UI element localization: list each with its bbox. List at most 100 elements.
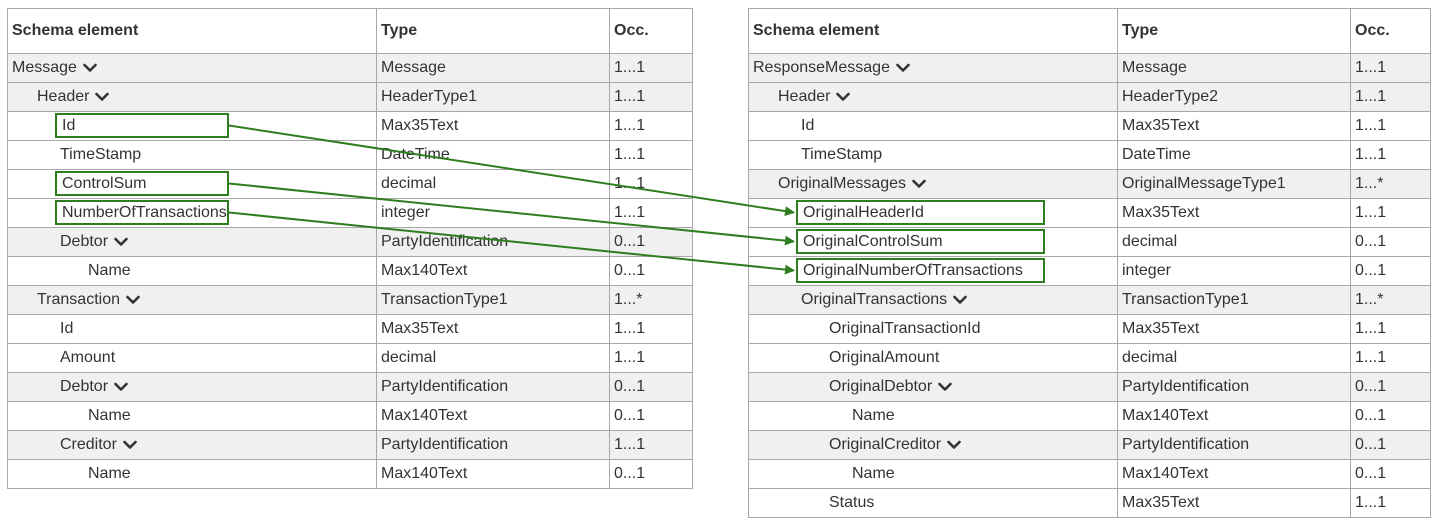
- schema-element-label: TimeStamp: [60, 146, 142, 163]
- chevron-down-icon[interactable]: [836, 92, 851, 102]
- table-row: Transaction TransactionType1 1...*: [7, 285, 693, 315]
- schema-element-cell: Id: [748, 111, 1118, 141]
- schema-element-cell: OriginalTransactionId: [748, 314, 1118, 344]
- table-row: Name Max140Text 0...1: [7, 256, 693, 286]
- column-header-schema-element: Schema element: [748, 8, 1118, 54]
- type-cell: Max35Text: [1117, 111, 1351, 141]
- occurrence-cell: 1...1: [1350, 111, 1431, 141]
- table-row: Name Max140Text 0...1: [7, 459, 693, 489]
- schema-element-cell: OriginalMessages: [748, 169, 1118, 199]
- table-row: Message Message 1...1: [7, 53, 693, 83]
- type-cell: OriginalMessageType1: [1117, 169, 1351, 199]
- schema-element-cell: OriginalAmount: [748, 343, 1118, 373]
- type-cell: Max140Text: [376, 256, 610, 286]
- type-cell: integer: [376, 198, 610, 228]
- occurrence-cell: 1...1: [609, 430, 693, 460]
- chevron-down-icon[interactable]: [938, 382, 952, 392]
- occurrence-cell: 1...1: [609, 140, 693, 170]
- type-cell: decimal: [1117, 227, 1351, 257]
- response-schema-table: Schema element Type Occ. ResponseMessage…: [748, 8, 1431, 518]
- occurrence-cell: 1...1: [609, 111, 693, 141]
- table-row: OriginalMessages OriginalMessageType1 1...…: [748, 169, 1431, 199]
- schema-element-label: Transaction: [37, 291, 120, 308]
- occurrence-cell: 1...1: [1350, 343, 1431, 373]
- occurrence-cell: 0...1: [1350, 459, 1431, 489]
- schema-element-label: Name: [852, 407, 895, 424]
- table-row: Id Max35Text 1...1: [7, 314, 693, 344]
- schema-element-cell: Id: [7, 314, 377, 344]
- table-row: TimeStamp DateTime 1...1: [7, 140, 693, 170]
- table-row: OriginalAmount decimal 1...1: [748, 343, 1431, 373]
- schema-element-cell: OriginalCreditor: [748, 430, 1118, 460]
- chevron-down-icon[interactable]: [114, 382, 128, 392]
- table-row: OriginalCreditor PartyIdentification 0...1: [748, 430, 1431, 460]
- type-cell: integer: [1117, 256, 1351, 286]
- schema-element-cell: Name: [748, 459, 1118, 489]
- schema-element-cell: Debtor: [7, 372, 377, 402]
- table-row: ControlSum decimal 1...1: [7, 169, 693, 199]
- type-cell: decimal: [376, 343, 610, 373]
- occurrence-cell: 1...1: [609, 343, 693, 373]
- schema-element-label: ResponseMessage: [753, 59, 890, 76]
- type-cell: Max140Text: [1117, 401, 1351, 431]
- schema-element-label: OriginalTransactions: [801, 291, 948, 308]
- type-cell: PartyIdentification: [376, 227, 610, 257]
- schema-element-cell: Name: [7, 401, 377, 431]
- schema-element-label: OriginalCreditor: [829, 436, 942, 453]
- table-row: OriginalNumberOfTransactions integer 0...1: [748, 256, 1431, 286]
- chevron-down-icon[interactable]: [947, 440, 961, 450]
- chevron-down-icon[interactable]: [126, 295, 140, 305]
- occurrence-cell: 0...1: [1350, 372, 1431, 402]
- mapped-element-label: Id: [55, 113, 229, 138]
- type-cell: HeaderType1: [376, 82, 610, 112]
- schema-element-label: OriginalTransactionId: [829, 320, 981, 337]
- occurrence-cell: 1...1: [1350, 198, 1431, 228]
- response-schema-header-row: Schema element Type Occ.: [748, 8, 1431, 54]
- schema-element-cell: Name: [748, 401, 1118, 431]
- table-row: TimeStamp DateTime 1...1: [748, 140, 1431, 170]
- occurrence-cell: 0...1: [1350, 227, 1431, 257]
- schema-element-cell: OriginalControlSum: [748, 227, 1118, 257]
- occurrence-cell: 1...1: [609, 53, 693, 83]
- table-row: OriginalTransactionId Max35Text 1...1: [748, 314, 1431, 344]
- type-cell: Max35Text: [1117, 488, 1351, 518]
- schema-element-cell: TimeStamp: [7, 140, 377, 170]
- chevron-down-icon[interactable]: [83, 63, 97, 73]
- chevron-down-icon[interactable]: [896, 63, 910, 73]
- schema-element-label: Creditor: [60, 436, 117, 453]
- schema-element-label: OriginalDebtor: [829, 378, 933, 395]
- schema-element-cell: Name: [7, 256, 377, 286]
- schema-element-label: Id: [60, 320, 74, 337]
- occurrence-cell: 1...*: [1350, 285, 1431, 315]
- column-header-type: Type: [1117, 8, 1351, 54]
- chevron-down-icon[interactable]: [123, 440, 137, 450]
- schema-element-cell: TimeStamp: [748, 140, 1118, 170]
- chevron-down-icon[interactable]: [95, 92, 110, 102]
- schema-element-cell: Creditor: [7, 430, 377, 460]
- schema-element-cell: OriginalNumberOfTransactions: [748, 256, 1118, 286]
- type-cell: TransactionType1: [376, 285, 610, 315]
- schema-element-label: Name: [852, 465, 895, 482]
- type-cell: Max140Text: [1117, 459, 1351, 489]
- type-cell: DateTime: [1117, 140, 1351, 170]
- column-header-occurrence: Occ.: [1350, 8, 1431, 54]
- chevron-down-icon[interactable]: [912, 179, 926, 189]
- table-row: Name Max140Text 0...1: [748, 401, 1431, 431]
- type-cell: Max140Text: [376, 459, 610, 489]
- type-cell: DateTime: [376, 140, 610, 170]
- occurrence-cell: 1...1: [609, 82, 693, 112]
- table-row: Name Max140Text 0...1: [7, 401, 693, 431]
- table-row: ResponseMessage Message 1...1: [748, 53, 1431, 83]
- table-row: NumberOfTransactions integer 1...1: [7, 198, 693, 228]
- type-cell: PartyIdentification: [1117, 430, 1351, 460]
- chevron-down-icon[interactable]: [114, 237, 128, 247]
- mapped-element-label: NumberOfTransactions: [55, 200, 229, 225]
- schema-element-label: Header: [37, 88, 90, 105]
- occurrence-cell: 1...1: [1350, 53, 1431, 83]
- chevron-down-icon[interactable]: [953, 295, 967, 305]
- table-row: OriginalDebtor PartyIdentification 0...1: [748, 372, 1431, 402]
- column-header-occurrence: Occ.: [609, 8, 693, 54]
- table-row: OriginalHeaderId Max35Text 1...1: [748, 198, 1431, 228]
- type-cell: decimal: [376, 169, 610, 199]
- type-cell: decimal: [1117, 343, 1351, 373]
